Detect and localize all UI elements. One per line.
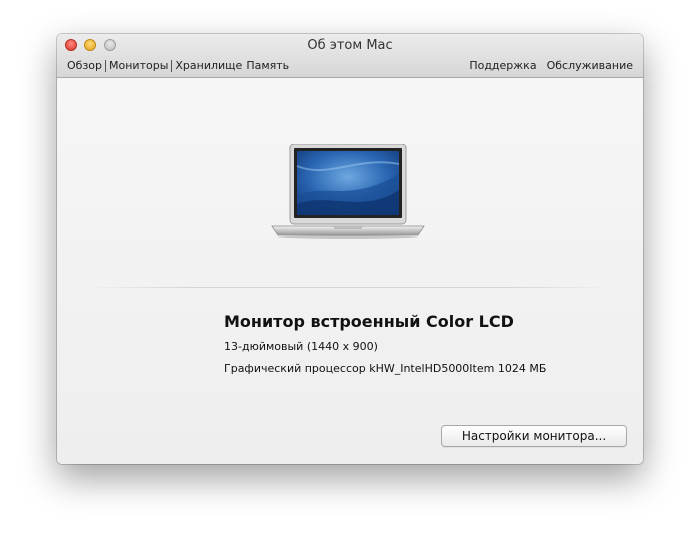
tab-memory[interactable]: Память	[244, 59, 291, 72]
displays-pane: Монитор встроенный Color LCD 13-дюймовый…	[57, 78, 643, 464]
toolbar-tabs: Обзор Мониторы Хранилище Память	[65, 59, 291, 72]
tab-overview[interactable]: Обзор	[65, 59, 104, 72]
title-bar: Об этом Mac Обзор Мониторы Хранилище Пам…	[57, 34, 643, 78]
tab-displays[interactable]: Мониторы	[107, 59, 170, 72]
tab-separator	[105, 59, 107, 72]
display-settings-button[interactable]: Настройки монитора...	[441, 425, 627, 447]
tab-support[interactable]: Поддержка	[469, 59, 536, 72]
tab-storage[interactable]: Хранилище	[173, 59, 244, 72]
section-divider	[87, 287, 613, 288]
toolbar-tabs-right: Поддержка Обслуживание	[459, 59, 633, 72]
display-name: Монитор встроенный Color LCD	[224, 312, 514, 331]
window-title: Об этом Mac	[307, 38, 393, 53]
tab-service[interactable]: Обслуживание	[547, 59, 633, 72]
graphics-processor: Графический процессор kHW_IntelHD5000Ite…	[224, 362, 547, 375]
tab-separator	[171, 59, 173, 72]
about-this-mac-window: Об этом Mac Обзор Мониторы Хранилище Пам…	[57, 34, 643, 464]
macbook-air-icon	[271, 144, 425, 239]
display-size-resolution: 13-дюймовый (1440 x 900)	[224, 340, 378, 353]
